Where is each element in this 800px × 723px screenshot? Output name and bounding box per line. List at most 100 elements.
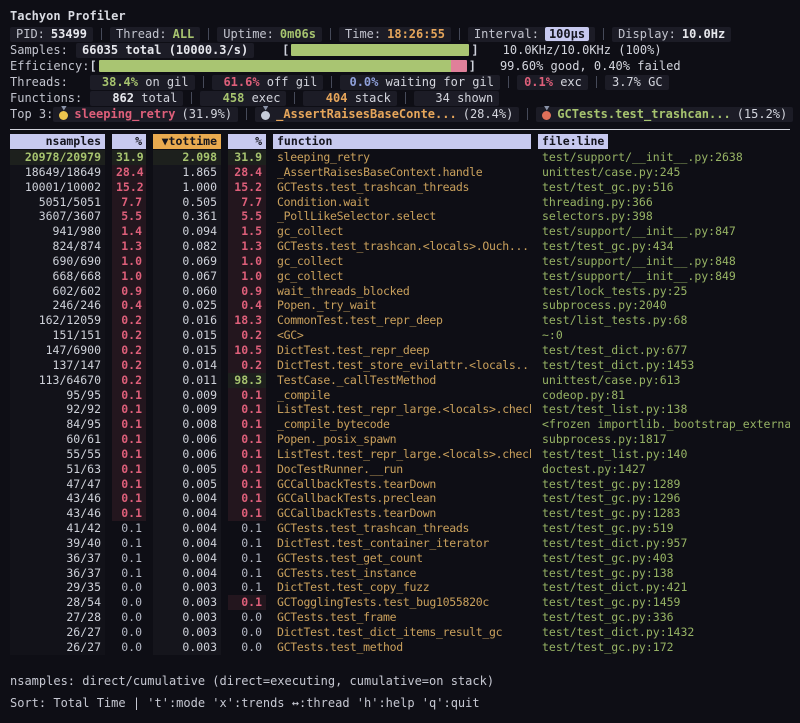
cumpct-cell: 0.1 bbox=[228, 432, 266, 447]
table-row[interactable]: 29/35 0.0 0.003 0.1 DictTest.test_copy_f… bbox=[10, 580, 790, 595]
gc-text: GC bbox=[641, 75, 663, 89]
top3-name-2: _AssertRaisesBaseConte... bbox=[276, 107, 457, 121]
samples-label: Samples: bbox=[10, 43, 76, 57]
function-cell: GCTests.test_trashcan_threads bbox=[273, 180, 531, 195]
table-row[interactable]: 10001/10002 15.2 1.000 15.2 GCTests.test… bbox=[10, 180, 790, 195]
top3-entry-3[interactable]: GCTests.test_trashcan...(15.2%) bbox=[536, 107, 793, 122]
col-fileline-header[interactable]: file:line bbox=[538, 134, 608, 149]
col-cumpct-header[interactable]: % bbox=[228, 134, 266, 149]
tottime-cell: 0.009 bbox=[153, 402, 221, 417]
function-cell: GCCallbackTests.tearDown bbox=[273, 477, 531, 492]
fileline-cell: test/test_dict.py:1453 bbox=[538, 358, 790, 373]
table-row[interactable]: 18649/18649 28.4 1.865 28.4 _AssertRaise… bbox=[10, 165, 790, 180]
pct-cell: 0.0 bbox=[112, 595, 146, 610]
pct-cell: 0.1 bbox=[112, 462, 146, 477]
nsamples-cell: 113/64670 bbox=[10, 373, 105, 388]
function-stat-total: 862 total bbox=[90, 91, 183, 106]
cumpct-cell: 0.9 bbox=[228, 284, 266, 299]
nsamples-cell: 20978/20979 bbox=[10, 150, 105, 165]
table-row[interactable]: 151/151 0.2 0.015 0.2 <GC> ~:0 bbox=[10, 328, 790, 343]
function-cell: _AssertRaisesBaseContext.handle bbox=[273, 165, 531, 180]
profiler-screen: Tachyon Profiler PID:53499 Thread:ALL Up… bbox=[0, 0, 800, 723]
shown-text: shown bbox=[450, 91, 493, 105]
table-row[interactable]: 43/46 0.1 0.004 0.1 GCCallbackTests.prec… bbox=[10, 491, 790, 506]
tottime-cell: 0.004 bbox=[153, 566, 221, 581]
table-row[interactable]: 51/63 0.1 0.005 0.1 DocTestRunner.__run … bbox=[10, 462, 790, 477]
table-header: nsamples % ▼tottime % function file:line bbox=[10, 134, 790, 149]
waiting-pct: 0.0% bbox=[346, 75, 378, 89]
fileline-cell: <frozen importlib._bootstrap_external bbox=[538, 417, 790, 432]
top3-label: Top 3: bbox=[10, 107, 53, 121]
fileline-cell: test/test_dict.py:421 bbox=[538, 580, 790, 595]
pct-cell: 7.7 bbox=[112, 195, 146, 210]
interval-field[interactable]: Interval:100μs bbox=[468, 27, 595, 42]
pct-cell: 0.2 bbox=[112, 343, 146, 358]
table-row[interactable]: 162/12059 0.2 0.016 18.3 CommonTest.test… bbox=[10, 313, 790, 328]
tottime-cell: 0.067 bbox=[153, 269, 221, 284]
table-row[interactable]: 36/37 0.1 0.004 0.1 GCTests.test_instanc… bbox=[10, 566, 790, 581]
table-row[interactable]: 39/40 0.1 0.004 0.1 DictTest.test_contai… bbox=[10, 536, 790, 551]
top3-pct-2: (28.4%) bbox=[463, 107, 514, 121]
table-row[interactable]: 113/64670 0.2 0.011 98.3 TestCase._callT… bbox=[10, 373, 790, 388]
tottime-cell: 0.003 bbox=[153, 580, 221, 595]
top3-entry-1[interactable]: sleeping_retry(31.9%) bbox=[53, 107, 238, 122]
tottime-cell: 0.014 bbox=[153, 358, 221, 373]
table-row[interactable]: 27/28 0.0 0.003 0.0 GCTests.test_frame t… bbox=[10, 610, 790, 625]
top3-entry-2[interactable]: _AssertRaisesBaseConte... (28.4%) bbox=[255, 107, 519, 122]
table-row[interactable]: 147/6900 0.2 0.015 10.5 DictTest.test_re… bbox=[10, 343, 790, 358]
tottime-cell: 0.003 bbox=[153, 595, 221, 610]
table-row[interactable]: 246/246 0.4 0.025 0.4 Popen._try_wait su… bbox=[10, 298, 790, 313]
divider bbox=[208, 28, 209, 40]
table-row[interactable]: 36/37 0.1 0.004 0.1 GCTests.test_get_cou… bbox=[10, 551, 790, 566]
table-row[interactable]: 26/27 0.0 0.003 0.0 DictTest.test_dict_i… bbox=[10, 625, 790, 640]
table-row[interactable]: 690/690 1.0 0.069 1.0 gc_collect test/su… bbox=[10, 254, 790, 269]
table-row[interactable]: 47/47 0.1 0.005 0.1 GCCallbackTests.tear… bbox=[10, 477, 790, 492]
pct-cell: 5.5 bbox=[112, 209, 146, 224]
col-pct-header[interactable]: % bbox=[112, 134, 146, 149]
col-tottime-header[interactable]: ▼tottime bbox=[153, 134, 221, 149]
table-row[interactable]: 60/61 0.1 0.006 0.1 Popen._posix_spawn s… bbox=[10, 432, 790, 447]
table-row[interactable]: 3607/3607 5.5 0.361 5.5 _PollLikeSelecto… bbox=[10, 209, 790, 224]
table-row[interactable]: 668/668 1.0 0.067 1.0 gc_collect test/su… bbox=[10, 269, 790, 284]
nsamples-cell: 941/980 bbox=[10, 224, 105, 239]
table-row[interactable]: 602/602 0.9 0.060 0.9 wait_threads_block… bbox=[10, 284, 790, 299]
table-row[interactable]: 824/874 1.3 0.082 1.3 GCTests.test_trash… bbox=[10, 239, 790, 254]
tottime-cell: 0.361 bbox=[153, 209, 221, 224]
table-row[interactable]: 43/46 0.1 0.004 0.1 GCCallbackTests.tear… bbox=[10, 506, 790, 521]
waiting-text: waiting for gil bbox=[378, 75, 494, 89]
nsamples-cell: 36/37 bbox=[10, 551, 105, 566]
tottime-cell: 0.005 bbox=[153, 477, 221, 492]
function-stat-stack: 404 stack bbox=[303, 91, 396, 106]
tottime-cell: 0.004 bbox=[153, 536, 221, 551]
nsamples-cell: 151/151 bbox=[10, 328, 105, 343]
table-row[interactable]: 26/27 0.0 0.003 0.0 GCTests.test_method … bbox=[10, 640, 790, 655]
top3-name-1: sleeping_retry bbox=[74, 107, 175, 121]
samples-bar-open-bracket: [ bbox=[282, 43, 289, 57]
total-count: 862 bbox=[96, 91, 134, 105]
col-nsamples-header[interactable]: nsamples bbox=[10, 134, 105, 149]
function-cell: _PollLikeSelector.select bbox=[273, 209, 531, 224]
time-label: Time: bbox=[345, 27, 381, 41]
table-row[interactable]: 20978/20979 31.9 2.098 31.9 sleeping_ret… bbox=[10, 150, 790, 165]
table-row[interactable]: 41/42 0.1 0.004 0.1 GCTests.test_trashca… bbox=[10, 521, 790, 536]
footer-keybinds: Sort: Total Time | 't':mode 'x':trends ↔… bbox=[10, 695, 790, 711]
cumpct-cell: 0.2 bbox=[228, 358, 266, 373]
fileline-cell: doctest.py:1427 bbox=[538, 462, 790, 477]
pid-label: PID: bbox=[16, 27, 45, 41]
table-row[interactable]: 95/95 0.1 0.009 0.1 _compile codeop.py:8… bbox=[10, 388, 790, 403]
table-row[interactable]: 137/147 0.2 0.014 0.2 DictTest.test_stor… bbox=[10, 358, 790, 373]
table-row[interactable]: 5051/5051 7.7 0.505 7.7 Condition.wait t… bbox=[10, 195, 790, 210]
table-row[interactable]: 941/980 1.4 0.094 1.5 gc_collect test/su… bbox=[10, 224, 790, 239]
table-row[interactable]: 92/92 0.1 0.009 0.1 ListTest.test_repr_l… bbox=[10, 402, 790, 417]
table-row[interactable]: 55/55 0.1 0.006 0.1 ListTest.test_repr_l… bbox=[10, 447, 790, 462]
exec-count: 458 bbox=[206, 91, 244, 105]
tottime-cell: 0.008 bbox=[153, 417, 221, 432]
col-function-header[interactable]: function bbox=[273, 134, 531, 149]
cumpct-cell: 0.1 bbox=[228, 536, 266, 551]
table-row[interactable]: 84/95 0.1 0.008 0.1 _compile_bytecode <f… bbox=[10, 417, 790, 432]
fileline-cell: test/test_dict.py:1432 bbox=[538, 625, 790, 640]
thread-value: ALL bbox=[173, 27, 195, 41]
thread-field[interactable]: Thread:ALL bbox=[110, 27, 200, 42]
nsamples-cell: 47/47 bbox=[10, 477, 105, 492]
table-row[interactable]: 28/54 0.0 0.003 0.1 GCTogglingTests.test… bbox=[10, 595, 790, 610]
